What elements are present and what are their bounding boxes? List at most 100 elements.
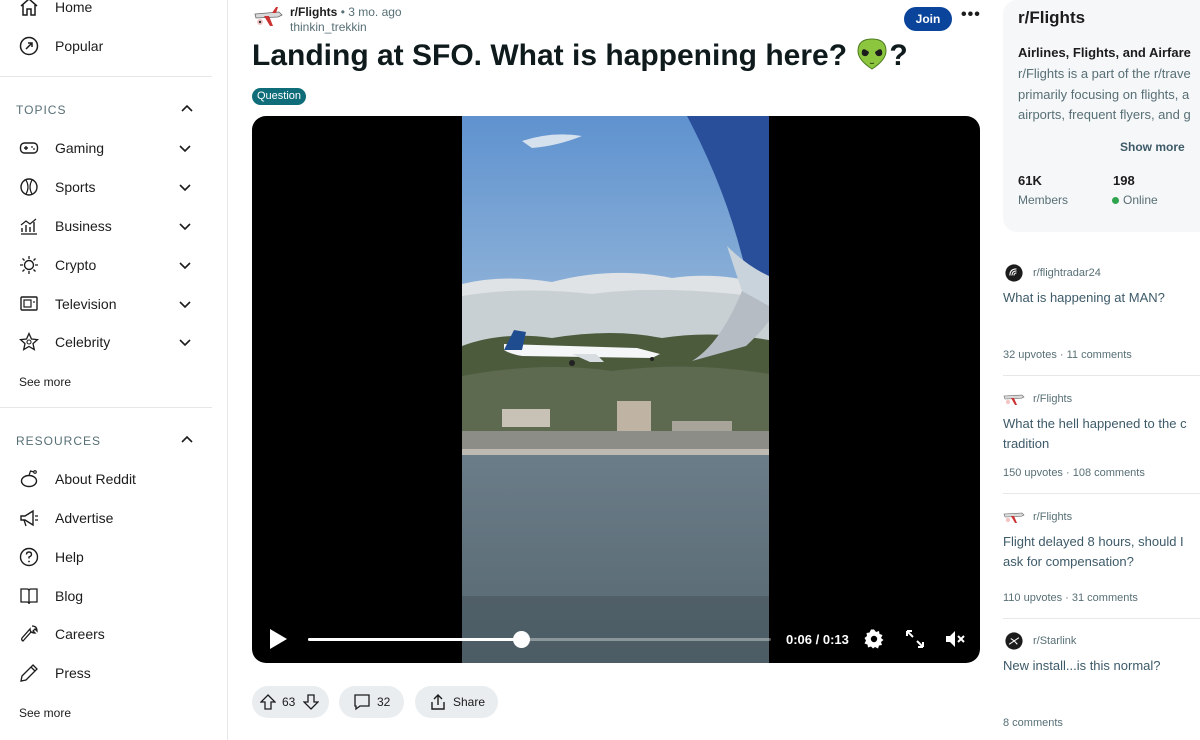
nav-label: Advertise — [55, 510, 114, 526]
chevron-down-icon[interactable] — [176, 217, 194, 235]
related-title[interactable]: What the hell happened to the c traditio… — [1003, 414, 1200, 453]
subreddit-avatar[interactable] — [252, 4, 284, 32]
fullscreen-icon[interactable] — [905, 629, 925, 649]
upvote-icon[interactable] — [260, 694, 276, 710]
related-subreddit[interactable]: r/Flights — [1003, 508, 1072, 526]
topic-celebrity[interactable]: Celebrity — [18, 328, 210, 356]
related-title[interactable]: New install...is this normal? — [1003, 656, 1200, 676]
chevron-up-icon[interactable] — [178, 431, 196, 449]
play-icon[interactable] — [268, 628, 288, 650]
post-flair[interactable]: Question — [252, 88, 307, 105]
nav-label: Celebrity — [55, 334, 111, 350]
post-title: Landing at SFO. What is happening here? … — [252, 38, 908, 73]
video-frame — [462, 116, 769, 663]
chevron-down-icon[interactable] — [176, 295, 194, 313]
topic-sports[interactable]: Sports — [18, 173, 210, 201]
related-post[interactable]: r/flightradar24 What is happening at MAN… — [1003, 264, 1200, 374]
help-icon — [18, 546, 40, 568]
related-subreddit-name: r/flightradar24 — [1033, 267, 1101, 279]
resource-about-reddit[interactable]: About Reddit — [18, 465, 210, 493]
more-options-button[interactable]: ••• — [961, 6, 981, 24]
related-meta: 150 upvotes · 108 comments — [1003, 467, 1145, 479]
online-label-wrap: Online — [1112, 193, 1158, 207]
description-line: r/Flights is a part of the r/trave — [1018, 66, 1191, 81]
nav-label: Press — [55, 665, 91, 681]
related-post[interactable]: r/Flights Flight delayed 8 hours, should… — [1003, 508, 1200, 608]
topic-television[interactable]: Television — [18, 290, 210, 318]
related-subreddit-name: r/Starlink — [1033, 635, 1077, 647]
related-meta: 110 upvotes · 31 comments — [1003, 592, 1138, 604]
related-subreddit-name: r/Flights — [1033, 511, 1073, 523]
community-title[interactable]: r/Flights — [1018, 8, 1085, 28]
nav-label: Popular — [55, 38, 104, 54]
related-subreddit[interactable]: r/flightradar24 — [1003, 264, 1101, 282]
settings-gear-icon[interactable] — [864, 629, 884, 649]
share-button[interactable]: Share — [415, 686, 498, 718]
nav-label: Sports — [55, 179, 96, 195]
subreddit-line: r/Flights • 3 mo. ago — [290, 5, 402, 19]
video-progress-track[interactable] — [308, 631, 771, 648]
related-post[interactable]: r/Flights What the hell happened to the … — [1003, 390, 1200, 490]
wrench-icon — [18, 623, 40, 645]
online-dot-icon — [1112, 197, 1119, 204]
related-title[interactable]: What is happening at MAN? — [1003, 288, 1200, 308]
pen-icon — [18, 662, 40, 684]
related-meta: 8 comments — [1003, 717, 1063, 729]
gamepad-icon — [18, 137, 40, 159]
video-progress-fill — [308, 638, 521, 641]
resource-careers[interactable]: Careers — [18, 620, 210, 648]
description-line: primarily focusing on flights, a — [1018, 86, 1190, 102]
related-post[interactable]: r/Starlink New install...is this normal?… — [1003, 632, 1200, 732]
resource-advertise[interactable]: Advertise — [18, 504, 210, 532]
chevron-down-icon[interactable] — [176, 333, 194, 351]
topics-see-more[interactable]: See more — [19, 375, 71, 389]
book-icon — [18, 585, 40, 607]
related-subreddit[interactable]: r/Starlink — [1003, 632, 1076, 650]
join-button[interactable]: Join — [904, 7, 952, 31]
comments-button[interactable]: 32 — [339, 686, 404, 718]
crypto-icon — [18, 254, 40, 276]
related-title-line: ask for compensation? — [1003, 553, 1134, 569]
mute-icon[interactable] — [945, 629, 965, 649]
post-author[interactable]: thinkin_trekkin — [290, 20, 367, 34]
resource-press[interactable]: Press — [18, 659, 210, 687]
video-player[interactable]: 0:06 / 0:13 — [252, 116, 980, 663]
related-subreddit[interactable]: r/Flights — [1003, 390, 1072, 408]
megaphone-icon — [18, 507, 40, 529]
flightradar-avatar-icon — [1005, 264, 1023, 282]
tv-icon — [18, 293, 40, 315]
chevron-down-icon[interactable] — [176, 256, 194, 274]
nav-label: Home — [55, 0, 93, 15]
nav-label: About Reddit — [55, 471, 136, 487]
nav-home[interactable]: Home — [18, 0, 210, 21]
downvote-icon[interactable] — [303, 694, 320, 710]
resources-see-more[interactable]: See more — [19, 706, 71, 720]
community-subtitle: Airlines, Flights, and Airfare — [1018, 45, 1191, 60]
popular-icon — [18, 35, 40, 57]
chevron-up-icon[interactable] — [178, 100, 196, 118]
related-title[interactable]: Flight delayed 8 hours, should I ask for… — [1003, 532, 1200, 571]
nav-popular[interactable]: Popular — [18, 32, 210, 60]
chevron-down-icon[interactable] — [176, 139, 194, 157]
video-scrubber-handle[interactable] — [512, 631, 530, 648]
subreddit-link[interactable]: r/Flights — [290, 5, 337, 19]
upvote-count: 63 — [282, 695, 296, 709]
topic-gaming[interactable]: Gaming — [18, 134, 210, 162]
alien-emoji-icon — [857, 38, 887, 70]
online-label: Online — [1123, 193, 1158, 207]
show-more-button[interactable]: Show more — [1120, 140, 1185, 154]
topic-crypto[interactable]: Crypto — [18, 251, 210, 279]
chevron-down-icon[interactable] — [176, 178, 194, 196]
vote-pill: 63 — [252, 686, 329, 718]
flights-avatar-icon — [1003, 394, 1025, 405]
sports-ball-icon — [18, 176, 40, 198]
resource-blog[interactable]: Blog — [18, 582, 210, 610]
topic-business[interactable]: Business — [18, 212, 210, 240]
resource-help[interactable]: Help — [18, 543, 210, 571]
star-icon — [18, 331, 40, 353]
members-count: 61K — [1018, 173, 1042, 188]
video-controls: 0:06 / 0:13 — [252, 624, 980, 654]
home-icon — [18, 0, 40, 18]
members-label: Members — [1018, 193, 1069, 207]
nav-label: Television — [55, 296, 117, 312]
